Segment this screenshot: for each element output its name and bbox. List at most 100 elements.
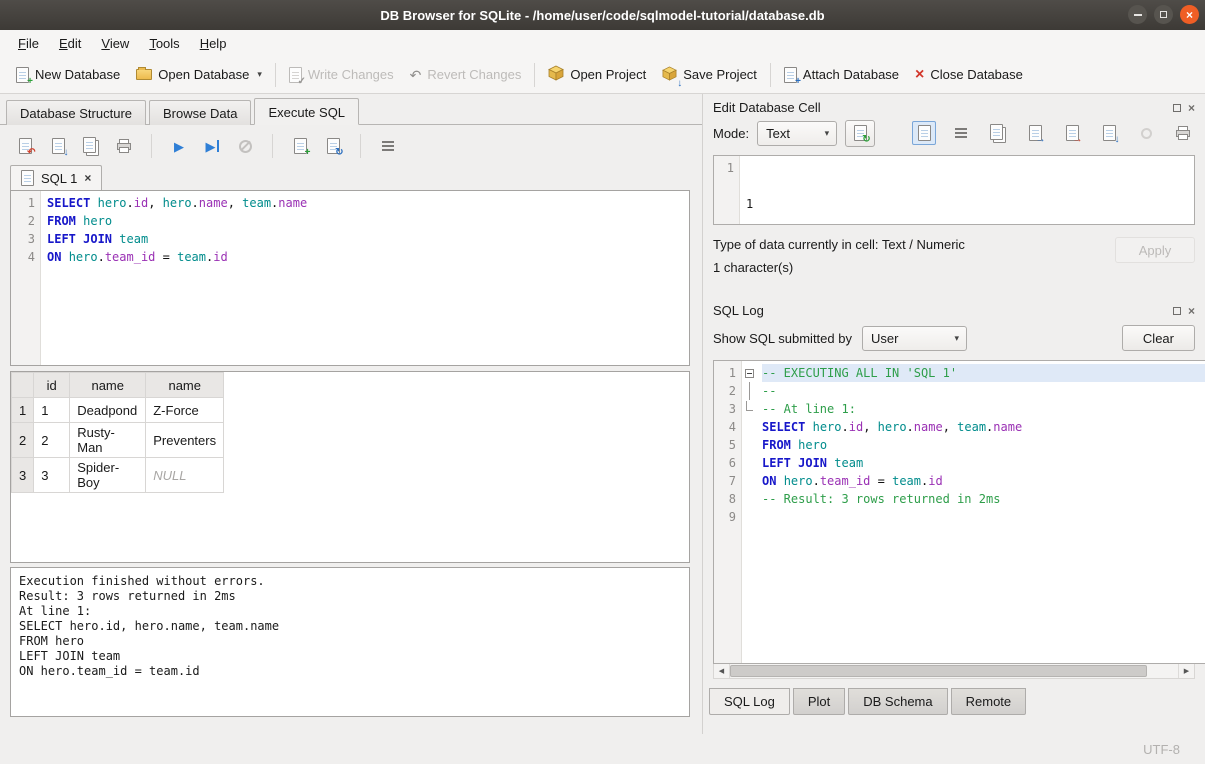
- maximize-button[interactable]: [1154, 5, 1173, 24]
- clear-log-button[interactable]: Clear: [1122, 325, 1195, 351]
- save-sql-as-button[interactable]: [80, 135, 102, 157]
- new-sql-tab-button[interactable]: +: [289, 135, 311, 157]
- result-cell[interactable]: NULL: [146, 458, 224, 493]
- sql-tab-close-icon[interactable]: ×: [84, 171, 91, 185]
- menu-help[interactable]: Help: [190, 32, 237, 55]
- tab-db-schema[interactable]: DB Schema: [848, 688, 947, 715]
- new-database-button[interactable]: + New Database: [8, 61, 128, 89]
- close-button[interactable]: ×: [1180, 5, 1199, 24]
- sql-editor-code[interactable]: SELECT hero.id, hero.name, team.nameFROM…: [41, 191, 689, 365]
- open-database-dropdown-icon[interactable]: ▾: [257, 69, 262, 80]
- import-text-button[interactable]: ↻: [845, 120, 875, 147]
- edit-cell-undock-icon[interactable]: [1173, 104, 1181, 112]
- scroll-right-icon[interactable]: ▶: [1178, 664, 1194, 678]
- copy-cell-button[interactable]: [986, 121, 1010, 145]
- result-cell[interactable]: Rusty-Man: [70, 423, 146, 458]
- tab-execute-sql[interactable]: Execute SQL: [254, 98, 359, 125]
- tab-plot[interactable]: Plot: [793, 688, 845, 715]
- result-cell[interactable]: 1: [34, 398, 70, 423]
- open-project-icon: [548, 65, 564, 84]
- row-number[interactable]: 3: [12, 458, 34, 493]
- write-changes-icon: ✓: [289, 67, 302, 83]
- open-project-button[interactable]: Open Project: [540, 59, 654, 90]
- tab-sql-log[interactable]: SQL Log: [709, 688, 790, 715]
- sql-log-filter-select[interactable]: User ▾: [862, 326, 967, 351]
- execution-log[interactable]: Execution finished without errors. Resul…: [10, 567, 690, 717]
- print-sql-button[interactable]: [113, 135, 135, 157]
- mode-caret-icon: ▾: [825, 128, 830, 139]
- import-cell-button[interactable]: →: [1023, 121, 1047, 145]
- sql-log-code[interactable]: -- EXECUTING ALL IN 'SQL 1'---- At line …: [756, 361, 1205, 663]
- sql-tab[interactable]: SQL 1 ×: [10, 165, 102, 190]
- menu-edit[interactable]: Edit: [49, 32, 91, 55]
- text-mode-button[interactable]: [912, 121, 936, 145]
- format-sql-button[interactable]: [377, 135, 399, 157]
- sql-log-filter-value: User: [871, 331, 898, 346]
- table-row: 22Rusty-ManPreventers: [12, 423, 224, 458]
- minimize-button[interactable]: [1128, 5, 1147, 24]
- menu-view[interactable]: View: [91, 32, 139, 55]
- result-cell[interactable]: Z-Force: [146, 398, 224, 423]
- sql-log-editor[interactable]: 123456789 -- EXECUTING ALL IN 'SQL 1'---…: [713, 360, 1205, 664]
- save-sql-file-button[interactable]: ↓: [47, 135, 69, 157]
- result-cell[interactable]: Deadpond: [70, 398, 146, 423]
- scrollbar-track[interactable]: [730, 664, 1178, 678]
- sql-editor[interactable]: 1234 SELECT hero.id, hero.name, team.nam…: [11, 191, 689, 365]
- main-tab-bar: Database Structure Browse Data Execute S…: [0, 94, 702, 125]
- attach-database-icon: +: [784, 67, 797, 83]
- execute-line-button[interactable]: ▶: [201, 135, 223, 157]
- cell-char-count: 1 character(s): [713, 260, 1115, 275]
- sql-log-close-icon[interactable]: ×: [1188, 305, 1195, 317]
- result-cell[interactable]: 3: [34, 458, 70, 493]
- results-corner[interactable]: [12, 373, 34, 398]
- cell-editor[interactable]: 1 1: [713, 155, 1195, 225]
- open-sql-file-button[interactable]: ↶: [14, 135, 36, 157]
- mode-value: Text: [766, 126, 790, 141]
- print-cell-button[interactable]: [1171, 121, 1195, 145]
- sql-log-filter-caret-icon: ▾: [954, 333, 959, 344]
- execute-all-button[interactable]: ▶: [168, 135, 190, 157]
- open-database-button[interactable]: Open Database ▾: [128, 61, 270, 88]
- export-cell-icon: →: [1066, 125, 1079, 141]
- export-cell-button[interactable]: →: [1060, 121, 1084, 145]
- cell-editor-content[interactable]: 1: [740, 156, 1194, 224]
- execute-line-bar-icon: [217, 140, 219, 152]
- result-cell[interactable]: Preventers: [146, 423, 224, 458]
- sql-editor-gutter: 1234: [11, 191, 41, 365]
- scroll-left-icon[interactable]: ◀: [714, 664, 730, 678]
- sql-log-filter-row: Show SQL submitted by User ▾ Clear: [703, 320, 1205, 356]
- results-table[interactable]: idnamename11DeadpondZ-Force22Rusty-ManPr…: [11, 372, 224, 493]
- save-project-button[interactable]: ↓ Save Project: [654, 60, 765, 90]
- results-column-header[interactable]: name: [146, 373, 224, 398]
- row-number[interactable]: 1: [12, 398, 34, 423]
- word-wrap-button[interactable]: [949, 121, 973, 145]
- sql-log-undock-icon[interactable]: [1173, 307, 1181, 315]
- sql-log-filter-label: Show SQL submitted by: [713, 331, 852, 346]
- row-number[interactable]: 2: [12, 423, 34, 458]
- scrollbar-thumb[interactable]: [730, 665, 1147, 677]
- edit-cell-close-icon[interactable]: ×: [1188, 102, 1195, 114]
- menu-file[interactable]: File: [8, 32, 49, 55]
- sql-log-fold-column[interactable]: [742, 361, 756, 663]
- tab-remote[interactable]: Remote: [951, 688, 1027, 715]
- result-cell[interactable]: Spider-Boy: [70, 458, 146, 493]
- results-column-header[interactable]: id: [34, 373, 70, 398]
- result-cell[interactable]: 2: [34, 423, 70, 458]
- apply-button[interactable]: Apply: [1115, 237, 1195, 263]
- open-sql-tab-button[interactable]: ↻: [322, 135, 344, 157]
- print-icon: [116, 138, 132, 154]
- menu-tools[interactable]: Tools: [139, 32, 189, 55]
- tab-browse-data[interactable]: Browse Data: [149, 100, 251, 125]
- close-database-button[interactable]: × Close Database: [907, 61, 1031, 89]
- results-box: idnamename11DeadpondZ-Force22Rusty-ManPr…: [10, 371, 690, 563]
- results-column-header[interactable]: name: [70, 373, 146, 398]
- tab-database-structure[interactable]: Database Structure: [6, 100, 146, 125]
- revert-changes-label: Revert Changes: [427, 67, 521, 82]
- open-sql-tab-icon: ↻: [327, 138, 340, 154]
- save-cell-button[interactable]: ↓: [1097, 121, 1121, 145]
- attach-database-button[interactable]: + Attach Database: [776, 61, 907, 89]
- sql-log-hscrollbar[interactable]: ◀ ▶: [713, 664, 1195, 679]
- main-toolbar: + New Database Open Database ▾ ✓ Write C…: [0, 56, 1205, 94]
- execute-all-icon: ▶: [174, 140, 184, 153]
- mode-select[interactable]: Text ▾: [757, 121, 837, 146]
